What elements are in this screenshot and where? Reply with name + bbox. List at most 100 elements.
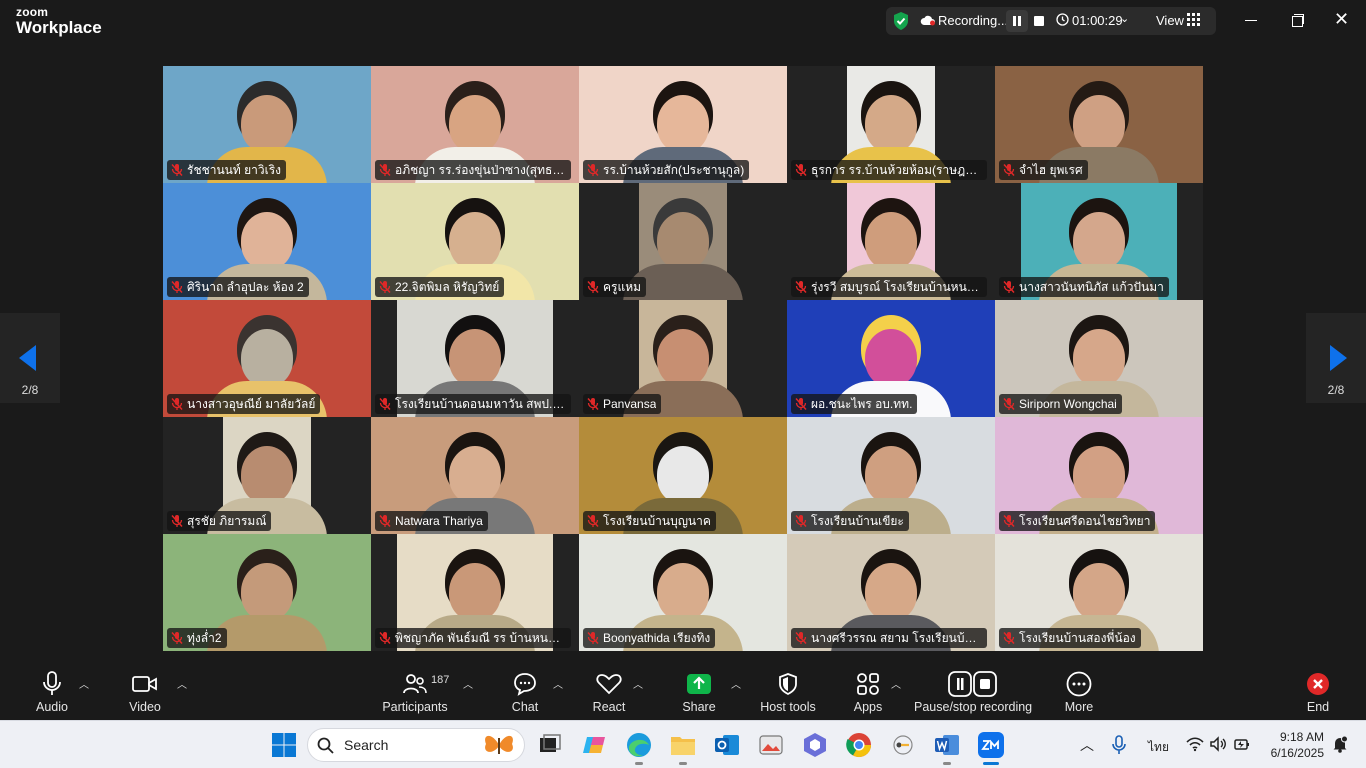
restore-window-button[interactable] [1288,12,1306,30]
video-button[interactable]: Video [124,670,166,714]
stop-recording-button[interactable] [1028,10,1050,32]
participant-nameplate: ศิรินาถ ลำอุปละ ห้อง 2 [167,277,309,297]
muted-microphone-icon [795,631,807,645]
share-button[interactable]: Share [680,670,718,714]
outlook-icon[interactable] [711,729,743,761]
tray-microphone-icon[interactable] [1112,735,1126,755]
windows-start-icon[interactable] [268,729,300,761]
volume-icon[interactable] [1209,736,1227,752]
host-tools-button[interactable]: Host tools [758,670,818,714]
participant-nameplate: นางสาวนันทนิภัส แก้วปันมา [999,277,1169,297]
participant-tile[interactable]: Natwara Thariya [371,417,579,534]
participant-tile[interactable]: ธุรการ รร.บ้านห้วยห้อม(ราษฎร์สามัคคี) [787,66,995,183]
participant-tile[interactable]: Panvansa [579,300,787,417]
logo-line2: Workplace [16,18,102,37]
participant-nameplate: นางศรีวรรณ สยาม โรงเรียนบ้านต้า [791,628,987,648]
participant-tile[interactable]: รัชชานนท์ ยาวิเริง [163,66,371,183]
chat-button[interactable]: Chat [506,670,544,714]
participant-name: รัชชานนท์ ยาวิเริง [187,162,282,177]
participant-name: นางสาวนันทนิภัส แก้วปันมา [1019,279,1164,294]
participant-nameplate: อภิชญา รร.ร่องขุ่นป่าซาง(สุทธานุสรณ์) [375,160,571,180]
cloud-recording-icon [920,15,935,26]
muted-microphone-icon [587,514,599,528]
grid-view-icon[interactable] [1187,13,1200,26]
muted-microphone-icon [587,631,599,645]
microphone-icon [43,671,61,695]
participant-tile[interactable]: Boonyathida เรียงทิง [579,534,787,651]
battery-charging-icon[interactable] [1233,736,1251,752]
participant-tile[interactable]: ทุ่งล่ำ2 [163,534,371,651]
participant-tile[interactable]: จำไฮ ยุพเรศ [995,66,1203,183]
participant-name: รุ่งรวี สมบูรณ์ โรงเรียนบ้านหนองบัว [811,279,982,294]
encryption-shield-icon[interactable] [892,11,910,31]
more-button[interactable]: More [1060,670,1098,714]
copilot-app-icon[interactable] [799,729,831,761]
chat-options-caret-icon[interactable]: ︿ [553,676,563,691]
taskbar-date[interactable]: 6/16/2025 [1262,746,1324,760]
participant-tile[interactable]: โรงเรียนศรีดอนไชยวิทยา [995,417,1203,534]
participant-tile[interactable]: พิชญาภัค พันธ์มณี รร บ้านหนองเสา [371,534,579,651]
audio-options-caret-icon[interactable]: ︿ [79,676,89,691]
muted-microphone-icon [1003,514,1015,528]
pause-stop-recording-button[interactable]: Pause/stop recording [914,670,1032,714]
file-explorer-icon[interactable] [667,729,699,761]
participant-tile[interactable]: 22.จิตพิมล หิรัญวิทย์ [371,183,579,300]
key-app-icon[interactable] [887,729,919,761]
participant-tile[interactable]: โรงเรียนบ้านเขียะ [787,417,995,534]
participant-tile[interactable]: นางสาวอุษณีย์ มาลัยวัลย์ [163,300,371,417]
share-screen-icon [687,674,711,694]
participant-name: โรงเรียนบ้านสองพี่น้อง [1019,630,1136,645]
minimize-window-button[interactable] [1242,12,1260,30]
taskbar-time[interactable]: 9:18 AM [1262,730,1324,744]
apps-options-caret-icon[interactable]: ︿ [891,676,901,691]
muted-microphone-icon [379,280,391,294]
muted-microphone-icon [587,397,599,411]
participant-tile[interactable]: นางสาวนันทนิภัส แก้วปันมา [995,183,1203,300]
participant-tile[interactable]: Siriporn Wongchai [995,300,1203,417]
show-hidden-icons-chevron-icon[interactable]: ︿ [1080,735,1094,755]
participant-tile[interactable]: ศิรินาถ ลำอุปละ ห้อง 2 [163,183,371,300]
apps-button[interactable]: Apps [848,670,888,714]
edge-browser-icon[interactable] [623,729,655,761]
pause-stop-label: Pause/stop recording [914,700,1033,714]
participant-tile[interactable]: โรงเรียนบ้านดอนมหาวัน สพป.เชียงราย [371,300,579,417]
participants-options-caret-icon[interactable]: ︿ [463,676,473,691]
react-button[interactable]: React [589,670,629,714]
word-icon[interactable] [931,729,963,761]
pause-recording-button[interactable] [1006,10,1028,32]
copilot-icon[interactable] [579,729,611,761]
timer-chevron-down-icon[interactable]: ⌄ [1120,12,1129,25]
input-language-indicator[interactable]: ไทย [1148,738,1169,757]
react-options-caret-icon[interactable]: ︿ [633,676,643,691]
participant-tile[interactable]: อภิชญา รร.ร่องขุ่นป่าซาง(สุทธานุสรณ์) [371,66,579,183]
participant-tile[interactable]: ครูแหม [579,183,787,300]
previous-page-button[interactable]: 2/8 [0,313,60,403]
participant-name: สุรชัย ภิยารมณ์ [187,513,267,528]
wifi-icon[interactable] [1186,736,1204,752]
participant-nameplate: Siriporn Wongchai [999,394,1122,414]
muted-microphone-icon [1003,631,1015,645]
chrome-browser-icon[interactable] [843,729,875,761]
zoom-app-icon[interactable] [975,729,1007,761]
next-page-button[interactable]: 2/8 [1306,313,1366,403]
notification-bell-icon[interactable] [1332,735,1348,753]
audio-button[interactable]: Audio [32,670,72,714]
word-running-indicator [943,762,951,765]
meeting-toolbar: Audio ︿ Video ︿ Participants 187 ︿ Chat … [0,662,1366,720]
task-view-icon[interactable] [534,729,566,761]
participant-tile[interactable]: รุ่งรวี สมบูรณ์ โรงเรียนบ้านหนองบัว [787,183,995,300]
participant-tile[interactable]: โรงเรียนบ้านสองพี่น้อง [995,534,1203,651]
video-options-caret-icon[interactable]: ︿ [177,676,187,691]
photos-app-icon[interactable] [755,729,787,761]
participant-tile[interactable]: ผอ.ชนะไพร อบ.ทท. [787,300,995,417]
share-options-caret-icon[interactable]: ︿ [731,676,741,691]
participant-tile[interactable]: นางศรีวรรณ สยาม โรงเรียนบ้านต้า [787,534,995,651]
close-window-button[interactable]: ✕ [1334,10,1349,28]
participant-tile[interactable]: สุรชัย ภิยารมณ์ [163,417,371,534]
participant-tile[interactable]: โรงเรียนบ้านบุญนาค [579,417,787,534]
participant-name: โรงเรียนบ้านดอนมหาวัน สพป.เชียงราย [395,396,566,411]
muted-microphone-icon [379,631,391,645]
view-button[interactable]: View [1156,13,1184,28]
end-meeting-button[interactable]: End [1300,670,1336,714]
participant-tile[interactable]: รร.บ้านห้วยสัก(ประชานุกูล) [579,66,787,183]
